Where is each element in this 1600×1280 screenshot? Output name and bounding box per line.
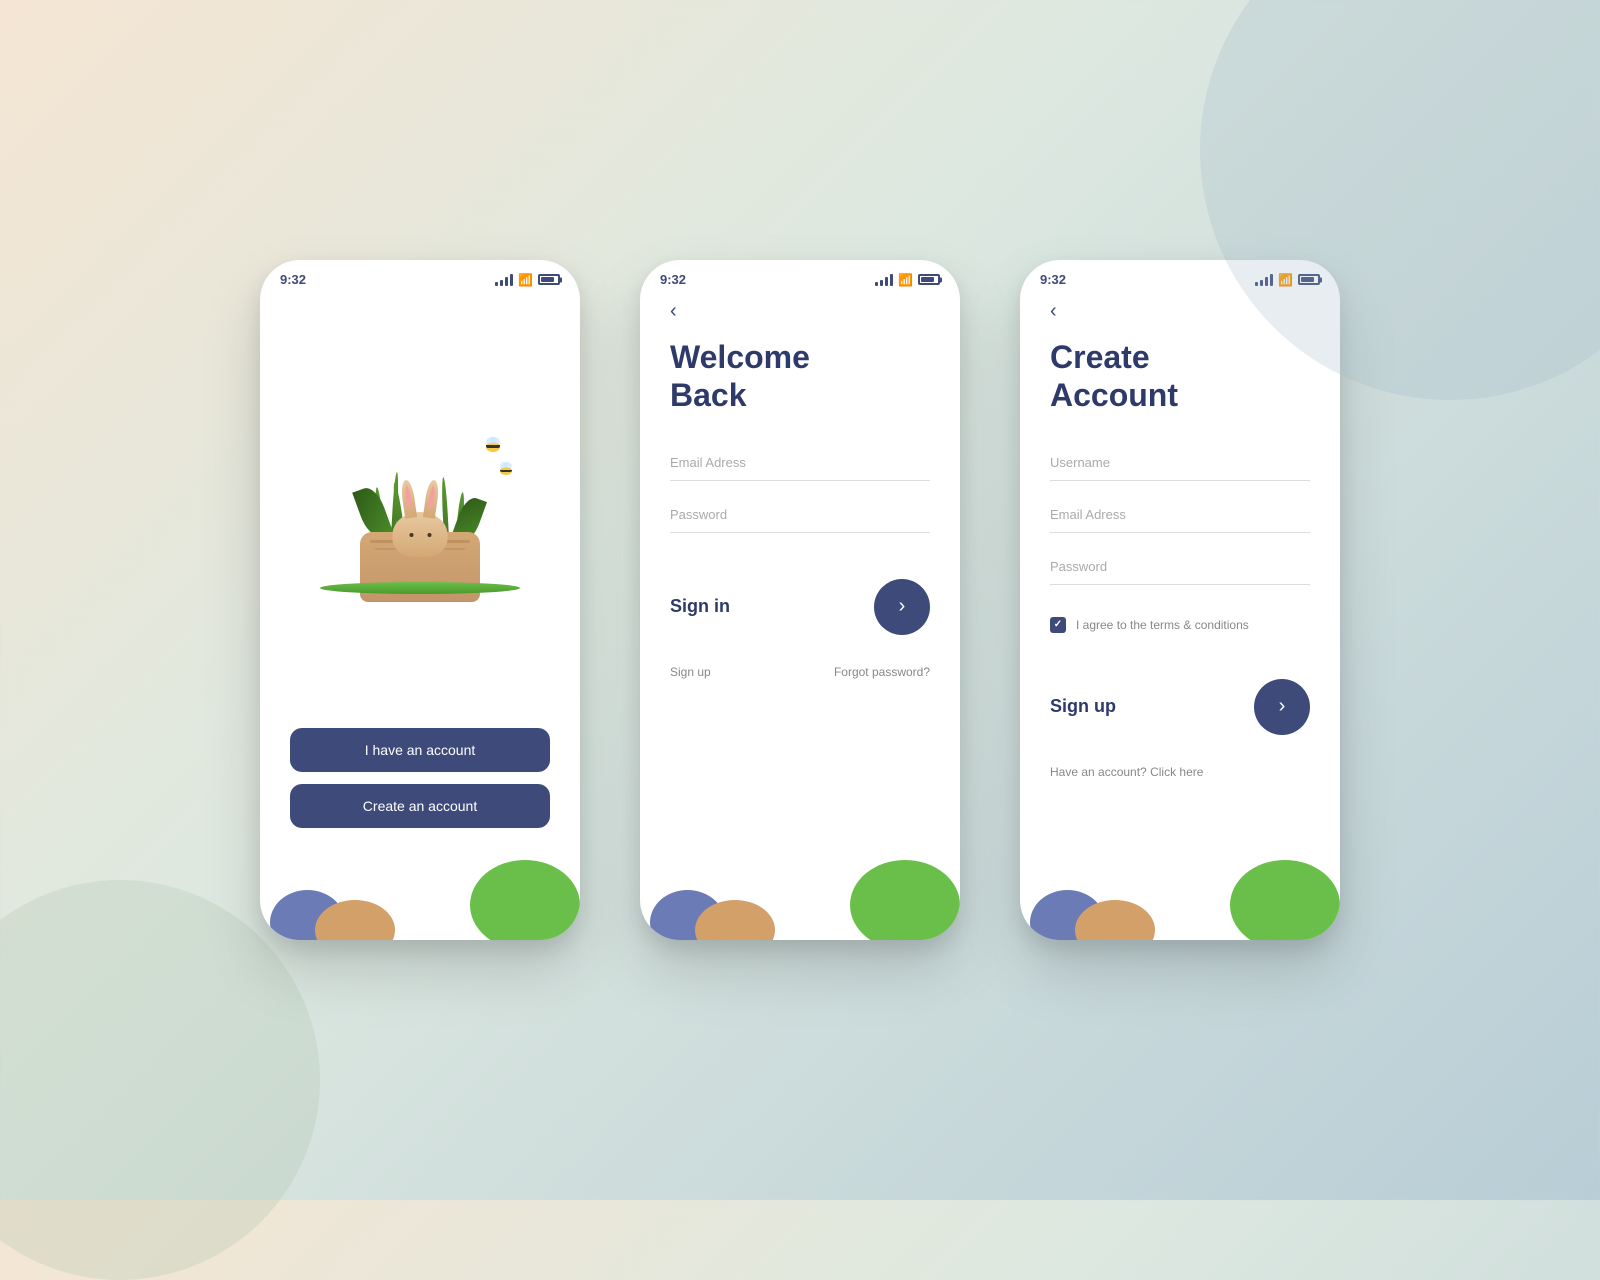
signup-label: Sign up <box>1050 696 1116 717</box>
signal-icon <box>495 274 513 286</box>
signin-bottom-links: Sign up Forgot password? <box>670 665 930 679</box>
create-account-title: Create Account <box>1050 338 1310 415</box>
signup-action-row: Sign up › <box>1050 679 1310 735</box>
username-input[interactable] <box>1050 445 1310 481</box>
signin-action-row: Sign in › <box>670 579 930 635</box>
phone-3: 9:32 📶 ‹ Create Account I agre <box>1020 260 1340 940</box>
status-icons-2: 📶 <box>875 273 940 287</box>
create-account-content: ‹ Create Account I agree to the terms & … <box>1020 295 1340 860</box>
status-bar-3: 9:32 📶 <box>1020 260 1340 295</box>
bunny-scene <box>310 412 530 612</box>
username-field-group <box>1050 445 1310 481</box>
battery-icon <box>538 274 560 285</box>
wifi-icon-3: 📶 <box>1278 273 1293 287</box>
password-input-create[interactable] <box>1050 549 1310 585</box>
status-bar-1: 9:32 📶 <box>260 260 580 295</box>
terms-label: I agree to the terms & conditions <box>1076 618 1249 632</box>
bottom-decoration-1 <box>260 860 580 940</box>
signin-label: Sign in <box>670 596 730 617</box>
signal-icon-2 <box>875 274 893 286</box>
signup-link[interactable]: Sign up <box>670 665 711 679</box>
back-button-create[interactable]: ‹ <box>1050 295 1310 338</box>
terms-checkbox-row: I agree to the terms & conditions <box>1050 617 1310 633</box>
have-account-button[interactable]: I have an account <box>290 728 550 772</box>
status-bar-2: 9:32 📶 <box>640 260 960 295</box>
ground-grass <box>320 582 520 594</box>
forgot-password-link[interactable]: Forgot password? <box>834 665 930 679</box>
email-field-group <box>670 445 930 481</box>
status-time-3: 9:32 <box>1040 272 1066 287</box>
battery-icon-2 <box>918 274 940 285</box>
email-input[interactable] <box>670 445 930 481</box>
blob-green-2 <box>850 860 960 940</box>
status-time-1: 9:32 <box>280 272 306 287</box>
create-account-bottom: Have an account? Click here <box>1050 765 1310 779</box>
password-field-group <box>670 497 930 533</box>
phone-1: 9:32 📶 <box>260 260 580 940</box>
wifi-icon-2: 📶 <box>898 273 913 287</box>
status-icons-1: 📶 <box>495 273 560 287</box>
back-button-signin[interactable]: ‹ <box>670 295 930 338</box>
have-account-link[interactable]: Have an account? Click here <box>1050 765 1203 779</box>
battery-icon-3 <box>1298 274 1320 285</box>
phone-2: 9:32 📶 ‹ Welcome Back Sign in › <box>640 260 960 940</box>
email-input-create[interactable] <box>1050 497 1310 533</box>
password-input[interactable] <box>670 497 930 533</box>
bottom-decoration-2 <box>640 860 960 940</box>
password-field-group-create <box>1050 549 1310 585</box>
status-icons-3: 📶 <box>1255 273 1320 287</box>
status-time-2: 9:32 <box>660 272 686 287</box>
blob-green-1 <box>470 860 580 940</box>
email-field-group-create <box>1050 497 1310 533</box>
illustration-area <box>260 295 580 728</box>
bunny <box>393 512 448 557</box>
wifi-icon: 📶 <box>518 273 533 287</box>
create-account-button[interactable]: Create an account <box>290 784 550 828</box>
signup-button[interactable]: › <box>1254 679 1310 735</box>
signal-icon-3 <box>1255 274 1273 286</box>
signin-button[interactable]: › <box>874 579 930 635</box>
bee-illustration <box>486 442 500 452</box>
bottom-decoration-3 <box>1020 860 1340 940</box>
terms-checkbox[interactable] <box>1050 617 1066 633</box>
signin-title: Welcome Back <box>670 338 930 415</box>
landing-buttons: I have an account Create an account <box>260 728 580 860</box>
signin-content: ‹ Welcome Back Sign in › Sign up Forgot … <box>640 295 960 860</box>
blob-green-3 <box>1230 860 1340 940</box>
